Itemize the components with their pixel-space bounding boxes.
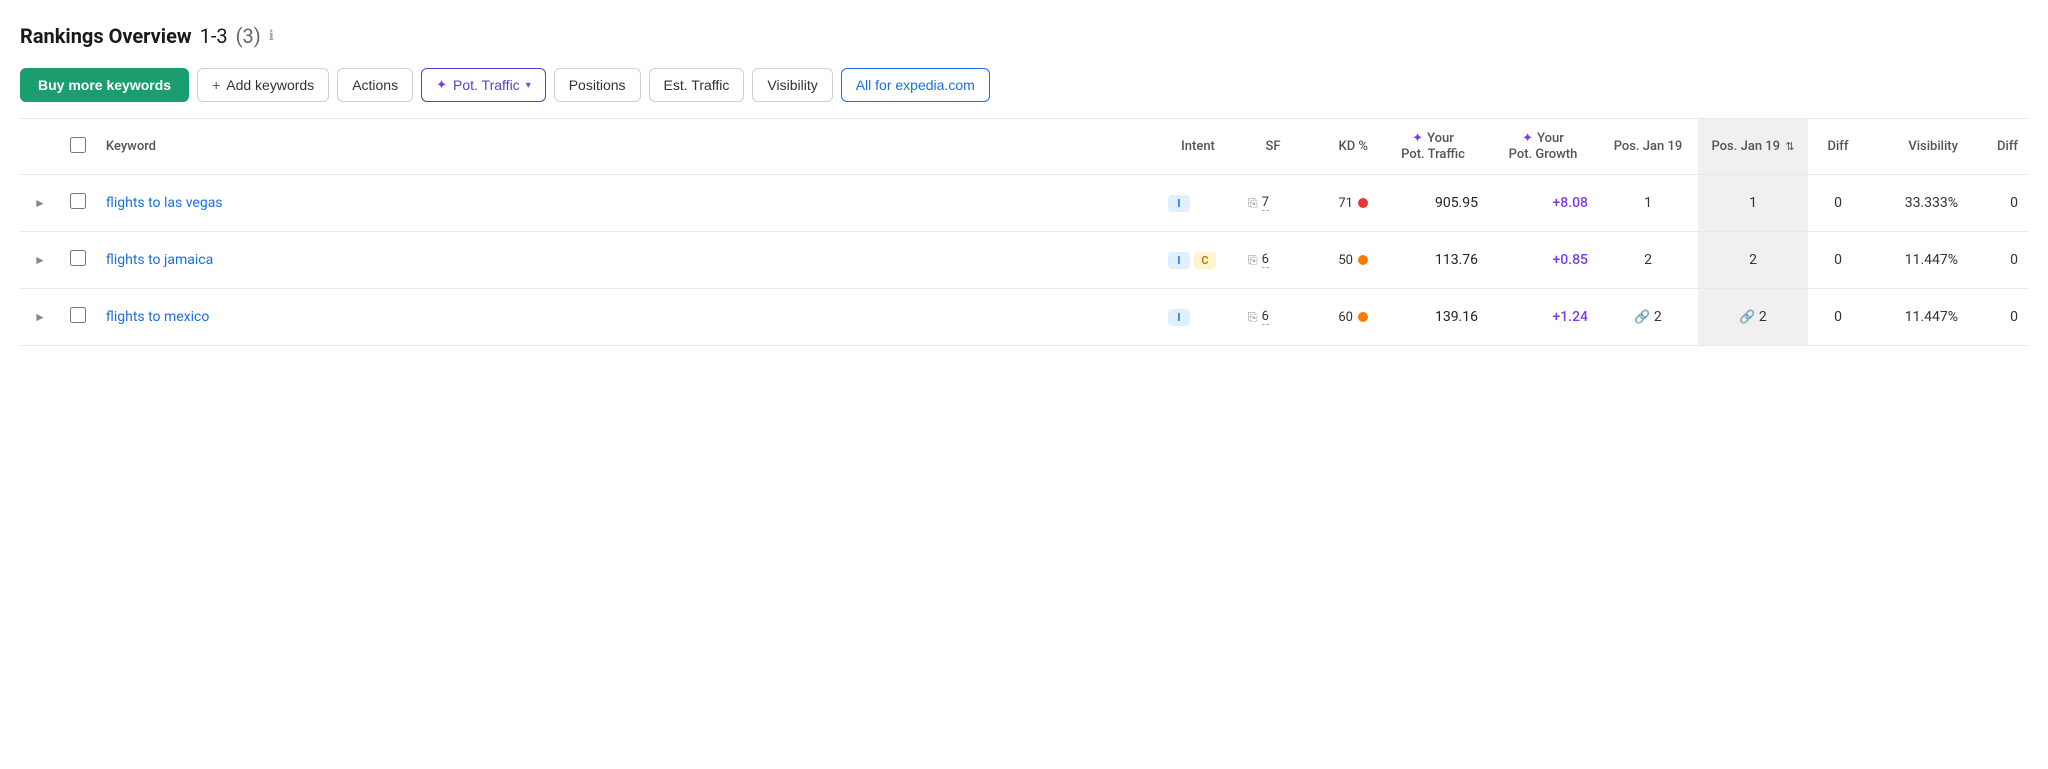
th-pot-traffic[interactable]: ✦ Your Pot. Traffic (1378, 119, 1488, 175)
expand-button[interactable]: ► (30, 194, 50, 212)
add-keywords-button[interactable]: + Add keywords (197, 68, 329, 102)
diff-value: 0 (1834, 195, 1842, 211)
est-traffic-tab[interactable]: Est. Traffic (649, 68, 745, 102)
pot-growth-value: +0.85 (1552, 252, 1588, 268)
th-keyword[interactable]: Keyword (96, 119, 1158, 175)
kd-dot (1358, 255, 1368, 265)
pot-traffic-value: 905.95 (1435, 195, 1478, 211)
kd-cell: 60 (1318, 310, 1368, 325)
sf-image-icon: ⎘ (1248, 196, 1258, 211)
intent-badges: I (1168, 309, 1228, 326)
pot-traffic-value: 139.16 (1435, 309, 1478, 325)
sf-image-icon: ⎘ (1248, 253, 1258, 268)
table-row: ► flights to jamaica IC ⎘ 6 50 113.76 +0.85… (20, 232, 2028, 289)
kd-dot (1358, 312, 1368, 322)
actions-button[interactable]: Actions (337, 68, 413, 102)
th-diff[interactable]: Diff (1808, 119, 1868, 175)
kd-value: 71 (1338, 196, 1353, 211)
positions-tab[interactable]: Positions (554, 68, 641, 102)
th-pos-jan19-1[interactable]: Pos. Jan 19 (1598, 119, 1698, 175)
intent-badge-i: I (1168, 309, 1190, 326)
table-row: ►flights to las vegasI ⎘ 7 71 905.95+8.0… (20, 175, 2028, 232)
pot-traffic-filter[interactable]: ✦ Pot. Traffic ▾ (421, 68, 546, 102)
intent-badges: IC (1168, 252, 1228, 269)
pos1-value: 🔗 2 (1634, 309, 1662, 325)
diff2-value: 0 (2010, 195, 2018, 211)
diff-value: 0 (1834, 309, 1842, 325)
link-icon-2: 🔗 (1739, 310, 1755, 325)
pot-growth-value: +8.08 (1552, 195, 1588, 211)
pos1-value: 2 (1644, 252, 1652, 268)
row-checkbox[interactable] (70, 193, 86, 209)
diff2-value: 0 (2010, 252, 2018, 268)
pos2-value: 🔗 2 (1739, 309, 1767, 325)
chevron-down-icon: ▾ (526, 80, 531, 91)
th-kd[interactable]: KD % (1308, 119, 1378, 175)
th-intent[interactable]: Intent (1158, 119, 1238, 175)
th-sf[interactable]: SF (1238, 119, 1308, 175)
sparkle-icon: ✦ (436, 77, 447, 93)
th-pos-jan19-2[interactable]: Pos. Jan 19 ⇅ (1698, 119, 1808, 175)
page-title: Rankings Overview (20, 24, 192, 48)
info-icon[interactable]: ℹ (269, 28, 274, 44)
sf-cell: ⎘ 6 (1248, 252, 1298, 268)
row-checkbox[interactable] (70, 250, 86, 266)
sf-number: 6 (1262, 309, 1269, 325)
pos1-value: 1 (1644, 195, 1652, 211)
plus-icon: + (212, 77, 220, 93)
sf-number: 7 (1262, 195, 1269, 211)
sf-cell: ⎘ 7 (1248, 195, 1298, 211)
kd-value: 60 (1338, 310, 1353, 325)
toolbar: Buy more keywords + Add keywords Actions… (20, 68, 2028, 119)
buy-keywords-button[interactable]: Buy more keywords (20, 68, 189, 102)
intent-badge-i: I (1168, 195, 1190, 212)
kd-cell: 71 (1318, 196, 1368, 211)
sort-icon: ⇅ (1785, 140, 1794, 153)
pos2-value: 2 (1749, 252, 1757, 268)
visibility-value: 33.333% (1905, 195, 1958, 211)
expand-button[interactable]: ► (30, 251, 50, 269)
th-expand (20, 119, 60, 175)
visibility-tab[interactable]: Visibility (752, 68, 832, 102)
th-checkbox (60, 119, 96, 175)
domain-filter-button[interactable]: All for expedia.com (841, 68, 990, 102)
keyword-link[interactable]: flights to mexico (106, 309, 209, 325)
visibility-value: 11.447% (1905, 309, 1958, 325)
sf-cell: ⎘ 6 (1248, 309, 1298, 325)
visibility-value: 11.447% (1905, 252, 1958, 268)
keyword-link[interactable]: flights to las vegas (106, 195, 223, 211)
row-checkbox[interactable] (70, 307, 86, 323)
pos2-value: 1 (1749, 195, 1757, 211)
pot-growth-value: +1.24 (1552, 309, 1588, 325)
th-pot-growth[interactable]: ✦ Your Pot. Growth (1488, 119, 1598, 175)
kd-value: 50 (1338, 253, 1353, 268)
expand-button[interactable]: ► (30, 308, 50, 326)
kd-dot (1358, 198, 1368, 208)
intent-badges: I (1168, 195, 1228, 212)
sf-number: 6 (1262, 252, 1269, 268)
th-visibility[interactable]: Visibility (1868, 119, 1968, 175)
sparkle-icon-th1: ✦ (1412, 131, 1423, 146)
pot-traffic-value: 113.76 (1435, 252, 1478, 268)
intent-badge-i: I (1168, 252, 1190, 269)
intent-badge-c: C (1194, 252, 1216, 269)
diff2-value: 0 (2010, 309, 2018, 325)
rankings-table: Keyword Intent SF KD % ✦ (20, 119, 2028, 346)
keyword-link[interactable]: flights to jamaica (106, 252, 213, 268)
page-range: 1-3 (200, 24, 228, 48)
sparkle-icon-th2: ✦ (1522, 131, 1533, 146)
diff-value: 0 (1834, 252, 1842, 268)
table-row: ►flights to mexicoI ⎘ 6 60 139.16+1.24🔗 … (20, 289, 2028, 346)
link-icon: 🔗 (1634, 310, 1650, 325)
page-container: Rankings Overview 1-3 (3) ℹ Buy more key… (0, 0, 2048, 346)
th-diff2[interactable]: Diff (1968, 119, 2028, 175)
page-count: (3) (236, 24, 261, 48)
kd-cell: 50 (1318, 253, 1368, 268)
select-all-checkbox[interactable] (70, 137, 86, 153)
sf-image-icon: ⎘ (1248, 310, 1258, 325)
page-header: Rankings Overview 1-3 (3) ℹ (20, 24, 2028, 48)
rankings-table-wrapper: Keyword Intent SF KD % ✦ (20, 119, 2028, 346)
